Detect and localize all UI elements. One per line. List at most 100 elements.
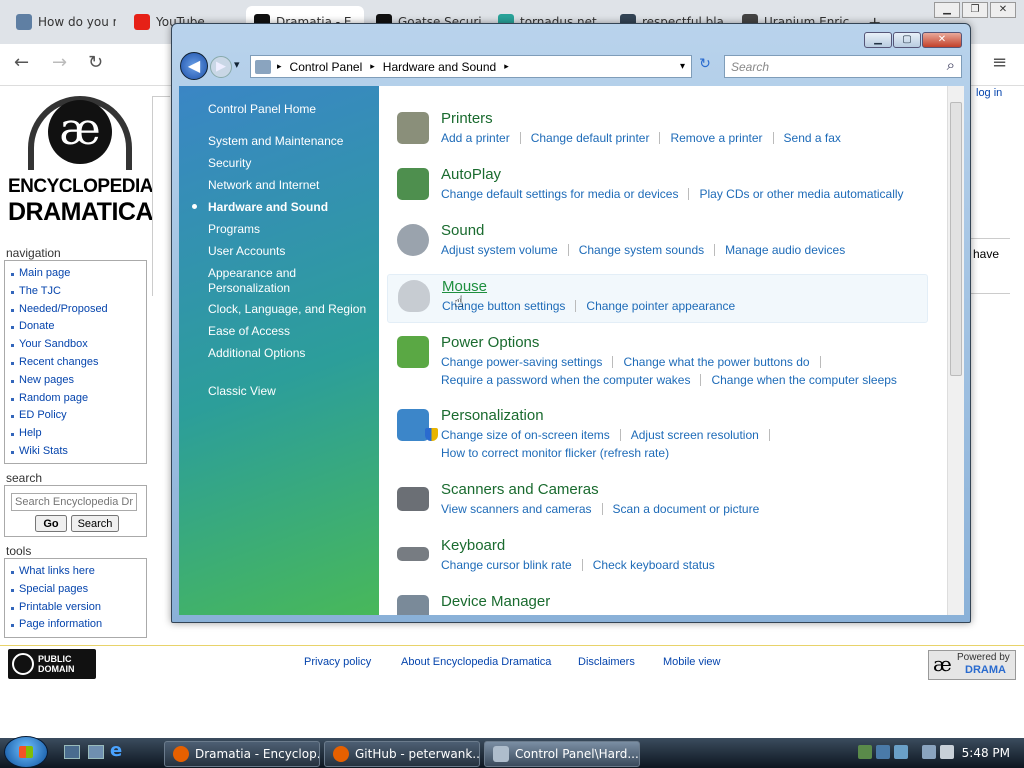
sidebar-item-appearance[interactable]: Appearance and Personalization	[208, 266, 328, 296]
close-button[interactable]: ✕	[990, 2, 1016, 18]
nav-link[interactable]: Main page	[11, 265, 146, 283]
nav-link[interactable]: Donate	[11, 318, 146, 336]
update-tray-icon[interactable]	[894, 745, 908, 759]
back-arrow-icon[interactable]: ←	[14, 52, 29, 73]
task-link[interactable]: Change power-saving settings	[441, 355, 602, 369]
reload-icon[interactable]: ↻	[88, 52, 103, 73]
volume-muted-tray-icon[interactable]	[940, 745, 954, 759]
category-title[interactable]: AutoPlay	[441, 166, 501, 183]
network-status-tray-icon[interactable]	[922, 745, 936, 759]
cp-search-input[interactable]: Search ⌕	[724, 55, 962, 78]
search-button[interactable]: Search	[71, 515, 119, 532]
internet-explorer-icon[interactable]: e	[110, 742, 128, 760]
sidebar-item-clock-language[interactable]: Clock, Language, and Region	[208, 302, 366, 317]
nav-link[interactable]: Help	[11, 425, 146, 443]
category-title[interactable]: Personalization	[441, 407, 544, 424]
tools-link[interactable]: Printable version	[11, 599, 146, 617]
breadcrumb-hardware-and-sound[interactable]: Hardware and Sound	[377, 60, 502, 74]
taskbar-item-dramatia[interactable]: Dramatia - Encyclop...	[164, 741, 320, 767]
task-link[interactable]: Change size of on-screen items	[441, 428, 610, 442]
mobile-view-link[interactable]: Mobile view	[663, 656, 720, 668]
about-link[interactable]: About Encyclopedia Dramatica	[401, 656, 551, 668]
task-link[interactable]: Send a fax	[784, 131, 841, 145]
task-link[interactable]: Change cursor blink rate	[441, 558, 572, 572]
tools-link[interactable]: Page information	[11, 616, 146, 634]
category-title[interactable]: Mouse	[442, 278, 487, 295]
encyclopedia-dramatica-logo[interactable]: æ ENCYCLOPEDIA DRAMATICA	[8, 96, 154, 230]
public-domain-badge[interactable]: PUBLIC DOMAIN	[8, 649, 96, 679]
category-mouse[interactable]: Mouse Change button settings Change point…	[387, 274, 928, 323]
nav-link[interactable]: Recent changes	[11, 354, 146, 372]
history-dropdown-icon[interactable]: ▾	[234, 58, 240, 71]
task-link[interactable]: Require a password when the computer wak…	[441, 373, 690, 387]
sidebar-item-ease-of-access[interactable]: Ease of Access	[208, 324, 290, 339]
sidebar-item-hardware-sound[interactable]: Hardware and Sound	[208, 200, 328, 215]
task-link[interactable]: Check keyboard status	[593, 558, 715, 572]
task-link[interactable]: Remove a printer	[670, 131, 762, 145]
maximize-button[interactable]: ❐	[962, 2, 988, 18]
forward-arrow-icon[interactable]: →	[52, 52, 67, 73]
category-title[interactable]: Keyboard	[441, 537, 505, 554]
sidebar-item-network[interactable]: Network and Internet	[208, 178, 319, 193]
task-link[interactable]: Change pointer appearance	[586, 299, 735, 313]
go-button[interactable]: Go	[35, 515, 67, 532]
category-title[interactable]: Scanners and Cameras	[441, 481, 599, 498]
task-link[interactable]: Change default printer	[531, 131, 650, 145]
cp-maximize-button[interactable]: ▢	[893, 32, 921, 48]
taskbar-clock[interactable]: 5:48 PM	[962, 746, 1010, 760]
classic-view-link[interactable]: Classic View	[208, 384, 276, 399]
cp-back-button[interactable]: ◀	[180, 52, 208, 80]
minimize-button[interactable]: ▁	[934, 2, 960, 18]
users-tray-icon[interactable]	[858, 745, 872, 759]
task-link[interactable]: Change when the computer sleeps	[711, 373, 896, 387]
nav-link[interactable]: Wiki Stats	[11, 443, 146, 461]
network-tray-icon[interactable]	[876, 745, 890, 759]
wiki-search-input[interactable]	[11, 493, 137, 511]
browser-tab[interactable]: How do you m	[8, 6, 116, 38]
start-button[interactable]	[4, 736, 48, 768]
powered-by-drama-badge[interactable]: æ Powered by DRAMA	[928, 650, 1016, 680]
cp-scrollbar[interactable]	[947, 86, 964, 615]
cp-close-button[interactable]: ✕	[922, 32, 962, 48]
sidebar-item-additional-options[interactable]: Additional Options	[208, 346, 305, 361]
category-title[interactable]: Device Manager	[441, 593, 550, 610]
cp-refresh-icon[interactable]: ↻	[694, 56, 716, 77]
sidebar-item-programs[interactable]: Programs	[208, 222, 260, 237]
sidebar-item-security[interactable]: Security	[208, 156, 251, 171]
disclaimers-link[interactable]: Disclaimers	[578, 656, 635, 668]
show-desktop-icon[interactable]	[64, 745, 80, 759]
breadcrumb-control-panel[interactable]: Control Panel	[284, 60, 369, 74]
task-link[interactable]: Scan a document or picture	[613, 502, 760, 516]
taskbar-item-control-panel[interactable]: Control Panel\Hard...	[484, 741, 640, 767]
address-dropdown-icon[interactable]: ▾	[680, 61, 685, 72]
taskbar-item-github[interactable]: GitHub - peterwank...	[324, 741, 480, 767]
sidebar-item-user-accounts[interactable]: User Accounts	[208, 244, 285, 259]
task-link[interactable]: How to correct monitor flicker (refresh …	[441, 446, 669, 460]
cp-home-link[interactable]: Control Panel Home	[208, 102, 316, 117]
task-link[interactable]: Change system sounds	[579, 243, 704, 257]
cp-address-bar[interactable]: ▸ Control Panel ▸ Hardware and Sound ▸ ▾	[250, 55, 692, 78]
nav-link[interactable]: Random page	[11, 390, 146, 408]
nav-link[interactable]: Needed/Proposed	[11, 301, 146, 319]
switch-windows-icon[interactable]	[88, 745, 104, 759]
task-link[interactable]: Change what the power buttons do	[623, 355, 809, 369]
login-link[interactable]: log in	[976, 87, 1002, 99]
nav-link[interactable]: ED Policy	[11, 407, 146, 425]
hamburger-menu-icon[interactable]: ≡	[992, 52, 1007, 73]
nav-link[interactable]: The TJC	[11, 283, 146, 301]
cp-forward-button[interactable]: ▶	[210, 56, 232, 78]
privacy-policy-link[interactable]: Privacy policy	[304, 656, 371, 668]
category-title[interactable]: Power Options	[441, 334, 539, 351]
scrollbar-thumb[interactable]	[950, 102, 962, 376]
task-link[interactable]: View scanners and cameras	[441, 502, 592, 516]
task-link[interactable]: Add a printer	[441, 131, 510, 145]
category-title[interactable]: Printers	[441, 110, 493, 127]
tools-link[interactable]: What links here	[11, 563, 146, 581]
task-link[interactable]: Adjust system volume	[441, 243, 558, 257]
tools-link[interactable]: Special pages	[11, 581, 146, 599]
sidebar-item-system-maintenance[interactable]: System and Maintenance	[208, 134, 343, 149]
task-link[interactable]: Change default settings for media or dev…	[441, 187, 678, 201]
category-title[interactable]: Sound	[441, 222, 484, 239]
task-link[interactable]: Play CDs or other media automatically	[699, 187, 903, 201]
task-link[interactable]: Manage audio devices	[725, 243, 845, 257]
